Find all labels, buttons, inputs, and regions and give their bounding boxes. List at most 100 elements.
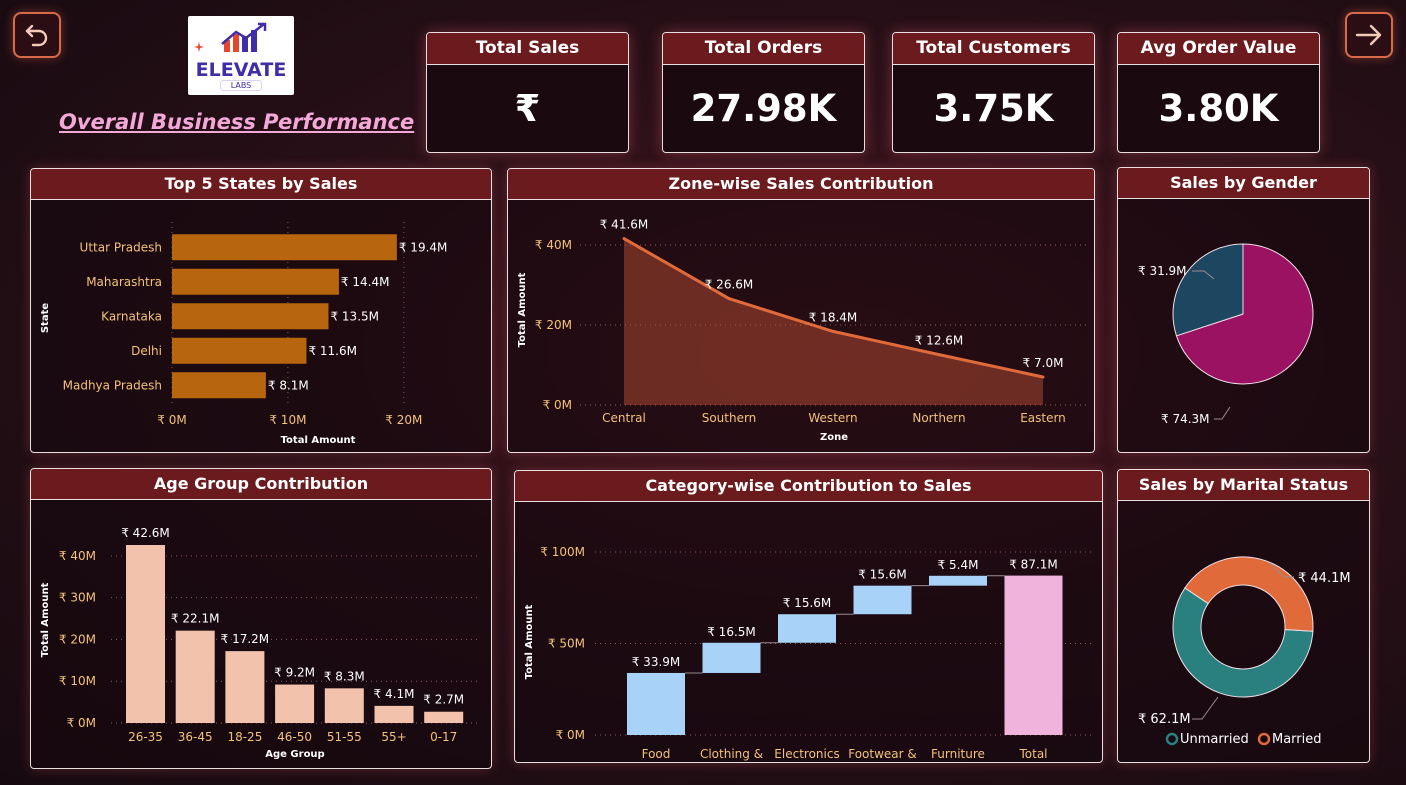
panel-title: Sales by Marital Status bbox=[1118, 470, 1369, 501]
waterfall-bar bbox=[853, 585, 912, 615]
gender-chart: ₹ 31.9M₹ 74.3MFemaleMale bbox=[1138, 243, 1314, 426]
bar bbox=[172, 268, 339, 295]
data-label: ₹ 5.4M bbox=[938, 558, 979, 572]
panel-title: Sales by Gender bbox=[1118, 168, 1369, 199]
data-point bbox=[937, 353, 941, 357]
top-states-panel: Top 5 States by Sales ₹ 0M ₹ 10M ₹ 20M Utta… bbox=[30, 168, 492, 453]
total-bar bbox=[1004, 575, 1063, 735]
data-label: ₹ 41.6M bbox=[600, 218, 649, 232]
data-label: ₹ 15.6M bbox=[858, 568, 907, 582]
x-tick-label: Total bbox=[1018, 747, 1047, 761]
x-axis-title: Age Group bbox=[265, 749, 324, 760]
marital-chart: ₹ 44.1M ₹ 62.1M Unmarried Married bbox=[1138, 556, 1351, 747]
category-chart: ₹ 0M ₹ 50M ₹ 100M ₹ 33.9M Food ₹ 16.5M Clothin… bbox=[524, 545, 1093, 761]
page-title: Overall Business Performance bbox=[59, 110, 415, 134]
bar bbox=[424, 711, 464, 723]
kpi-label: Total Customers bbox=[893, 33, 1094, 65]
bar bbox=[324, 688, 364, 723]
kpi-value: 3.75K bbox=[933, 87, 1054, 130]
y-tick-label: ₹ 10M bbox=[59, 674, 96, 688]
x-tick-label: Northern bbox=[912, 411, 965, 425]
legend-label: Married bbox=[1272, 732, 1322, 747]
data-point bbox=[727, 297, 731, 301]
data-point bbox=[831, 329, 835, 333]
y-axis-title: Total Amount bbox=[524, 604, 535, 679]
x-tick-label: ₹ 20M bbox=[385, 413, 422, 427]
bar bbox=[275, 684, 315, 723]
y-tick-label: Uttar Pradesh bbox=[80, 240, 162, 254]
donut-slice bbox=[1184, 556, 1314, 632]
x-tick-label: Western bbox=[808, 411, 857, 425]
data-label: ₹ 8.1M bbox=[268, 378, 309, 392]
x-tick-label: 26-35 bbox=[128, 730, 163, 744]
data-label: ₹ 2.7M bbox=[423, 693, 464, 707]
y-tick-label: Delhi bbox=[131, 344, 162, 358]
data-point bbox=[622, 237, 626, 241]
waterfall-bar bbox=[627, 672, 685, 735]
zone-chart: ₹ 0M ₹ 20M ₹ 40M ₹ 41.6M Central ₹ 26.6M South… bbox=[517, 218, 1086, 443]
y-tick-label: ₹ 20M bbox=[535, 318, 572, 332]
data-label: ₹ 44.1M bbox=[1298, 571, 1351, 586]
kpi-value: ₹ 106.25M bbox=[514, 87, 541, 130]
right-arrow-icon bbox=[1355, 24, 1382, 46]
x-tick-label: ₹ 10M bbox=[269, 413, 306, 427]
top-states-chart: ₹ 0M ₹ 10M ₹ 20M Uttar Pradesh ₹ 19.4M Mahara… bbox=[40, 222, 447, 446]
age-panel: Age Group Contribution ₹ 0M ₹ 10M ₹ 20M ₹ 3… bbox=[30, 468, 492, 769]
age-chart: ₹ 0M ₹ 10M ₹ 20M ₹ 30M ₹ 40M ₹ 42.6M 26-35 ₹ 22… bbox=[40, 526, 481, 760]
y-tick-label: ₹ 0M bbox=[556, 728, 585, 742]
x-tick-label: Southern bbox=[702, 411, 757, 425]
x-tick-label: ₹ 0M bbox=[157, 413, 186, 427]
data-label: ₹ 16.5M bbox=[707, 625, 756, 639]
y-tick-label: ₹ 30M bbox=[59, 591, 96, 605]
waterfall-bar bbox=[929, 575, 987, 586]
y-tick-label: ₹ 0M bbox=[67, 716, 96, 730]
marital-panel: Sales by Marital Status ₹ 44.1M ₹ 62.1M Un… bbox=[1117, 469, 1370, 763]
forward-button[interactable] bbox=[1345, 12, 1393, 58]
kpi-label: Total Orders bbox=[663, 33, 864, 65]
kpi-total-sales: Total Sales ₹ 106.25M bbox=[426, 32, 629, 153]
bar bbox=[172, 337, 307, 364]
y-axis-title: State bbox=[40, 303, 51, 334]
data-label: ₹ 17.2M bbox=[221, 632, 270, 646]
category-panel: Category-wise Contribution to Sales ₹ 0M… bbox=[514, 470, 1103, 763]
y-tick-label: ₹ 50M bbox=[548, 637, 585, 651]
x-tick-label: 18-25 bbox=[227, 730, 262, 744]
data-label: ₹ 7.0M bbox=[1023, 356, 1064, 370]
bar bbox=[374, 705, 414, 723]
data-label: ₹ 87.1M bbox=[1009, 558, 1058, 572]
legend-marker bbox=[1257, 732, 1271, 746]
data-label: ₹ 26.6M bbox=[705, 278, 754, 292]
data-label: ₹ 9.2M bbox=[274, 666, 315, 680]
legend-label: Unmarried bbox=[1180, 732, 1249, 747]
kpi-total-orders: Total Orders 27.98K bbox=[662, 32, 865, 153]
data-label: ₹ 22.1M bbox=[171, 612, 220, 626]
y-axis-title: Total Amount bbox=[40, 582, 51, 657]
waterfall-bar bbox=[702, 642, 761, 673]
data-label: ₹ 11.6M bbox=[308, 344, 357, 358]
bar bbox=[172, 303, 329, 330]
elevate-labs-logo: ELEVATE LABS bbox=[188, 16, 294, 95]
logo-sub: LABS bbox=[219, 80, 263, 91]
leader-line bbox=[1192, 696, 1219, 720]
bar bbox=[175, 630, 215, 723]
data-label: ₹ 74.3M bbox=[1161, 412, 1210, 426]
waterfall-bar bbox=[778, 614, 836, 643]
x-tick-label: 46-50 bbox=[277, 730, 312, 744]
y-tick-label: Karnataka bbox=[101, 309, 162, 323]
y-tick-label: ₹ 100M bbox=[540, 545, 585, 559]
logo-word: ELEVATE bbox=[195, 59, 287, 81]
data-label: ₹ 31.9M bbox=[1138, 264, 1187, 278]
data-label: ₹ 15.6M bbox=[783, 596, 832, 610]
kpi-value: 27.98K bbox=[690, 87, 837, 130]
y-axis-title: Total Amount bbox=[517, 272, 528, 347]
kpi-total-customers: Total Customers 3.75K bbox=[892, 32, 1095, 153]
kpi-label: Total Sales bbox=[427, 33, 628, 65]
back-button[interactable] bbox=[13, 12, 61, 58]
x-tick-label: Eastern bbox=[1020, 411, 1066, 425]
bar bbox=[172, 234, 397, 261]
panel-title: Zone-wise Sales Contribution bbox=[508, 169, 1094, 200]
bar bbox=[126, 545, 165, 723]
data-label: ₹ 18.4M bbox=[809, 310, 858, 324]
sparkle-icon bbox=[194, 42, 204, 52]
y-tick-label: ₹ 20M bbox=[59, 632, 96, 646]
